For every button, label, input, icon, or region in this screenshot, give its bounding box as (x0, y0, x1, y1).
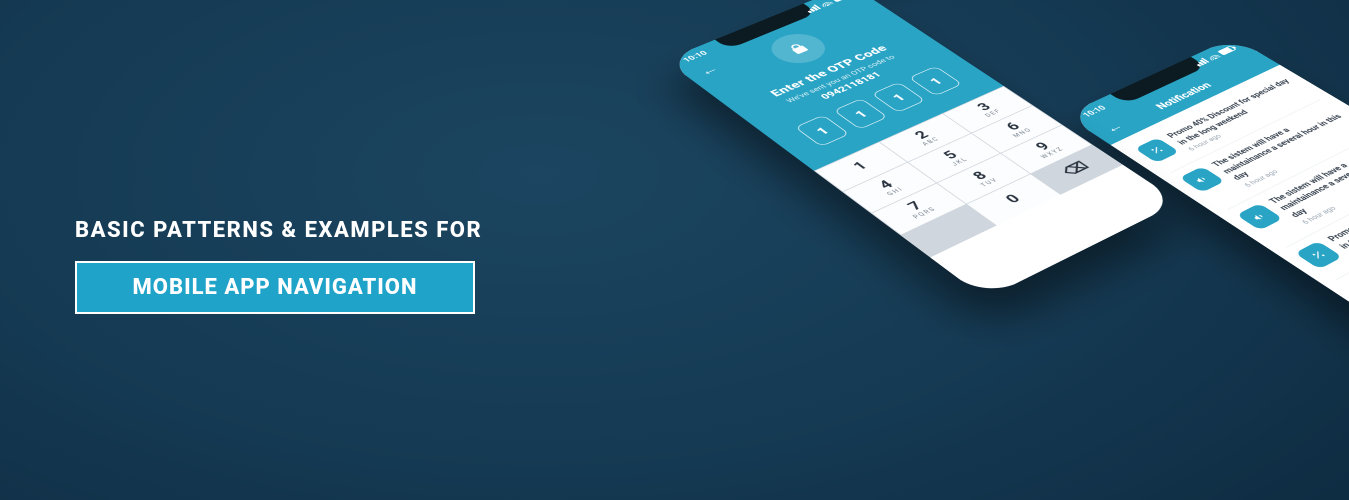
phone-otp: 10:10 ← Enter the OTP Code We've sent yo… (665, 0, 1179, 299)
otp-digit-box[interactable]: 1 (908, 66, 962, 96)
signal-icon (804, 4, 821, 13)
status-time: 10:10 (1081, 104, 1108, 118)
back-arrow-icon[interactable]: ← (695, 62, 723, 78)
otp-digit-box[interactable]: 1 (795, 115, 850, 147)
battery-icon (1217, 45, 1236, 55)
phone-mockup-scene: 10:10 My QR 10:10 We've sent (0, 0, 1349, 500)
megaphone-icon (1179, 166, 1225, 192)
percent-icon (1295, 241, 1343, 269)
otp-digit-box[interactable]: 1 (833, 98, 888, 129)
wifi-icon (1205, 52, 1221, 60)
otp-digit-box[interactable]: 1 (871, 82, 926, 113)
percent-icon (1135, 138, 1180, 163)
screen: 10:10 ← Enter the OTP Code We've sent yo… (665, 0, 1179, 299)
status-bar: 10:10 (667, 0, 864, 70)
signal-icon (1192, 58, 1209, 67)
megaphone-icon (1236, 203, 1283, 230)
status-time: 10:10 (681, 50, 709, 64)
hero-banner: BASIC PATTERNS & EXAMPLES FOR MOBILE APP… (0, 0, 1349, 500)
lock-icon (761, 28, 836, 69)
battery-icon (831, 0, 851, 2)
wifi-icon (818, 0, 834, 7)
